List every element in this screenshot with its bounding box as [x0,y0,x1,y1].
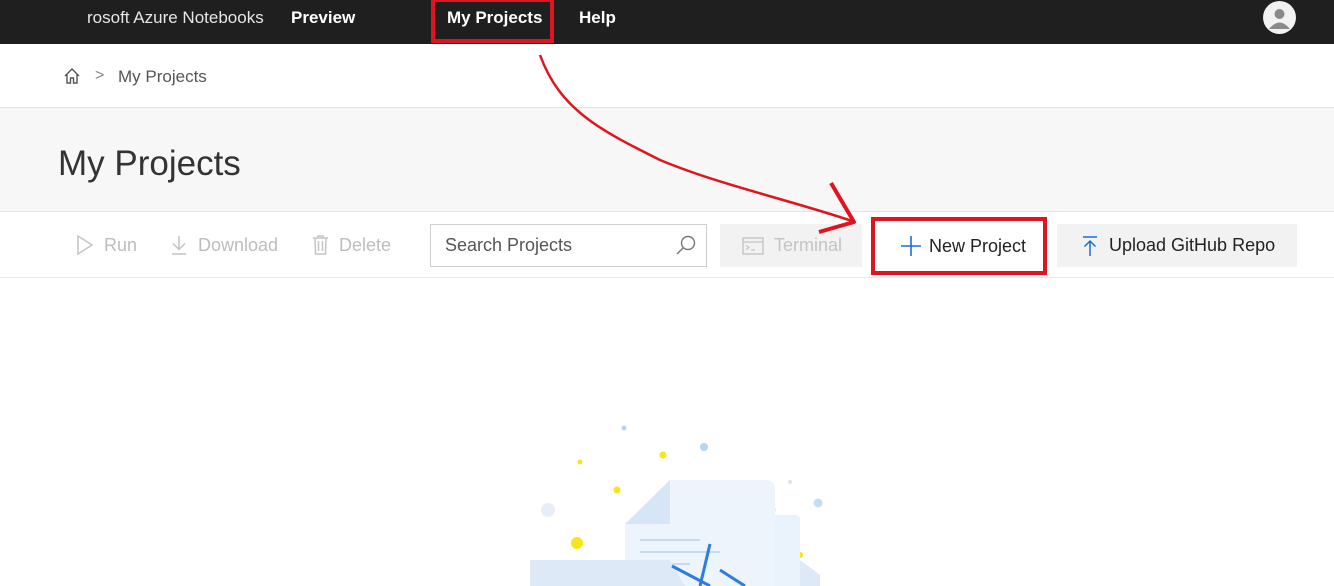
illustration-dot [788,480,792,484]
terminal-label: Terminal [774,235,843,255]
nav-highlight-box [431,0,554,43]
page-title: My Projects [58,144,241,183]
play-icon [77,234,94,256]
search-input[interactable] [431,225,661,266]
illustration-dot [541,503,555,517]
search-box [430,224,707,267]
delete-button[interactable]: Delete [312,224,391,266]
search-icon[interactable] [675,234,697,256]
new-project-button[interactable]: New Project [871,217,1047,275]
upload-github-repo-button[interactable]: Upload GitHub Repo [1057,224,1297,267]
user-avatar-icon[interactable] [1263,1,1296,34]
illustration-dot [621,425,627,431]
illustration-dot [659,451,667,459]
new-project-label: New Project [929,235,1027,256]
breadcrumb-separator: > [95,67,105,84]
terminal-icon [742,236,764,255]
terminal-button[interactable]: Terminal [720,224,862,267]
delete-label: Delete [339,234,392,255]
download-button[interactable]: Download [170,224,278,266]
nav-help-link[interactable]: Help [579,0,616,36]
top-nav-bar: rosoft Azure Notebooks Preview My Projec… [0,0,1334,44]
illustration-corner [800,560,820,586]
illustration-dot [577,459,583,465]
breadcrumb-current: My Projects [118,67,207,86]
run-label: Run [104,234,138,255]
run-button[interactable]: Run [76,224,137,266]
illustration-document-fold [625,480,670,524]
brand-name[interactable]: rosoft Azure Notebooks [87,0,264,44]
upload-icon [1083,235,1097,256]
illustration-dot [700,443,708,451]
breadcrumb: > My Projects [0,44,1334,108]
home-icon[interactable] [63,67,81,85]
project-toolbar: Run Download Delete Ter [0,212,1334,278]
empty-projects-illustration [530,425,823,586]
illustration-folder [530,560,685,586]
upload-label: Upload GitHub Repo [1109,235,1276,255]
plus-icon [901,236,921,256]
nav-preview-label: Preview [291,8,356,27]
trash-icon [313,235,328,255]
illustration-dot [571,537,583,549]
app-root: rosoft Azure Notebooks Preview My Projec… [0,0,1334,586]
download-icon [172,236,186,255]
download-label: Download [198,234,279,255]
title-band: My Projects [0,108,1334,212]
illustration-dot [613,486,621,494]
illustration-dot [813,498,823,508]
